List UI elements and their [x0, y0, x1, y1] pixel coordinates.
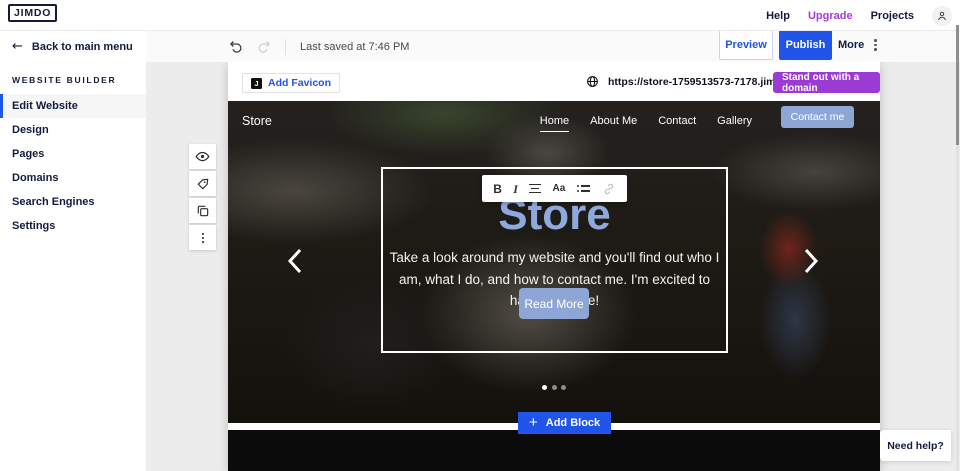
- site-nav-contact[interactable]: Contact: [658, 115, 696, 132]
- next-block[interactable]: About Me: [228, 430, 880, 471]
- sidebar-item-label: Settings: [12, 220, 55, 232]
- site-url-strip: J Add Favicon https://store-1759513573-7…: [228, 62, 880, 101]
- sidebar-item-label: Pages: [12, 148, 44, 160]
- eye-icon: [195, 149, 210, 164]
- account-avatar[interactable]: [932, 6, 952, 26]
- bold-button[interactable]: B: [493, 183, 502, 195]
- carousel-next-arrow[interactable]: [802, 248, 820, 274]
- favicon-placeholder-icon: J: [251, 78, 262, 89]
- undo-icon: [229, 39, 244, 54]
- italic-button[interactable]: I: [513, 183, 518, 195]
- font-style-button[interactable]: Aa: [553, 184, 566, 194]
- redo-button[interactable]: [255, 39, 271, 55]
- upgrade-link[interactable]: Upgrade: [808, 10, 853, 22]
- sidebar-item-settings[interactable]: Settings: [0, 214, 146, 238]
- sidebar-item-design[interactable]: Design: [0, 118, 146, 142]
- carousel-dot-2[interactable]: [552, 385, 557, 390]
- text-formatting-toolbar: B I Aa: [482, 175, 627, 202]
- hero-block[interactable]: Store Home About Me Contact Gallery Cont…: [228, 101, 880, 423]
- site-nav-about-me[interactable]: About Me: [590, 115, 637, 132]
- redo-icon: [256, 39, 271, 54]
- undo-button[interactable]: [228, 39, 244, 55]
- block-tools-panel: [189, 144, 216, 250]
- stand-out-domain-button[interactable]: Stand out with a domain: [773, 72, 880, 93]
- help-link[interactable]: Help: [766, 10, 790, 22]
- more-label: More: [838, 39, 864, 51]
- add-favicon-button[interactable]: J Add Favicon: [242, 73, 340, 93]
- site-navigation: Home About Me Contact Gallery: [540, 115, 752, 132]
- block-style-button[interactable]: [189, 171, 216, 196]
- globe-icon: [586, 75, 599, 88]
- active-indicator: [0, 94, 3, 118]
- sidebar-item-label: Design: [12, 124, 49, 136]
- link-icon[interactable]: [602, 182, 616, 196]
- back-arrow-icon: ←: [12, 40, 23, 53]
- sidebar-item-edit-website[interactable]: Edit Website: [0, 94, 146, 118]
- duplicate-block-button[interactable]: [189, 198, 216, 223]
- top-bar: JIMDO Help Upgrade Projects: [0, 0, 960, 31]
- sidebar-item-search-engines[interactable]: Search Engines: [0, 190, 146, 214]
- sidebar-header: WEBSITE BUILDER: [12, 75, 146, 85]
- need-help-button[interactable]: Need help?: [880, 430, 951, 461]
- list-button[interactable]: [577, 185, 591, 192]
- jimdo-logo[interactable]: JIMDO: [8, 4, 57, 22]
- sidebar-item-label: Search Engines: [12, 196, 95, 208]
- carousel-dot-3[interactable]: [561, 385, 566, 390]
- block-more-options-button[interactable]: [189, 225, 216, 250]
- scrollbar-thumb[interactable]: [956, 25, 959, 145]
- last-saved-status: Last saved at 7:46 PM: [300, 41, 409, 53]
- sidebar-item-domains[interactable]: Domains: [0, 166, 146, 190]
- carousel-dots: [228, 385, 880, 390]
- sidebar-item-label: Domains: [12, 172, 58, 184]
- more-menu-button[interactable]: More: [838, 30, 877, 60]
- vertical-dots-icon: [874, 39, 877, 51]
- sidebar-item-label: Edit Website: [12, 100, 78, 112]
- projects-link[interactable]: Projects: [871, 10, 914, 22]
- website-canvas: J Add Favicon https://store-1759513573-7…: [228, 62, 880, 471]
- carousel-prev-arrow[interactable]: [286, 248, 304, 274]
- site-nav-gallery[interactable]: Gallery: [717, 115, 752, 132]
- preview-button[interactable]: Preview: [719, 30, 773, 60]
- jimdo-website-builder: JIMDO Help Upgrade Projects Last saved a…: [0, 0, 960, 471]
- publish-button[interactable]: Publish: [779, 30, 832, 60]
- history-controls: Last saved at 7:46 PM: [228, 31, 409, 62]
- back-label: Back to main menu: [32, 41, 133, 53]
- vertical-dots-icon: [196, 231, 210, 245]
- contact-me-button[interactable]: Contact me: [781, 106, 854, 128]
- add-block-label: Add Block: [546, 417, 600, 429]
- site-brand[interactable]: Store: [242, 114, 272, 128]
- style-tag-icon: [196, 177, 210, 191]
- toolbar-divider: [285, 39, 286, 55]
- back-to-main-menu-button[interactable]: ← Back to main menu: [0, 31, 146, 62]
- sidebar: ← Back to main menu WEBSITE BUILDER Edit…: [0, 31, 146, 471]
- carousel-dot-1[interactable]: [542, 385, 547, 390]
- top-navigation: Help Upgrade Projects: [766, 0, 952, 31]
- add-block-button[interactable]: + Add Block: [518, 412, 611, 434]
- sidebar-item-pages[interactable]: Pages: [0, 142, 146, 166]
- site-nav-home[interactable]: Home: [540, 115, 569, 132]
- add-favicon-label: Add Favicon: [268, 77, 331, 89]
- next-block-partial-heading: About Me: [228, 466, 880, 471]
- person-icon: [936, 10, 948, 22]
- read-more-button[interactable]: Read More: [519, 288, 589, 319]
- duplicate-icon: [196, 204, 210, 218]
- plus-icon: +: [529, 415, 538, 430]
- hide-block-button[interactable]: [189, 144, 216, 169]
- align-center-button[interactable]: [529, 184, 541, 194]
